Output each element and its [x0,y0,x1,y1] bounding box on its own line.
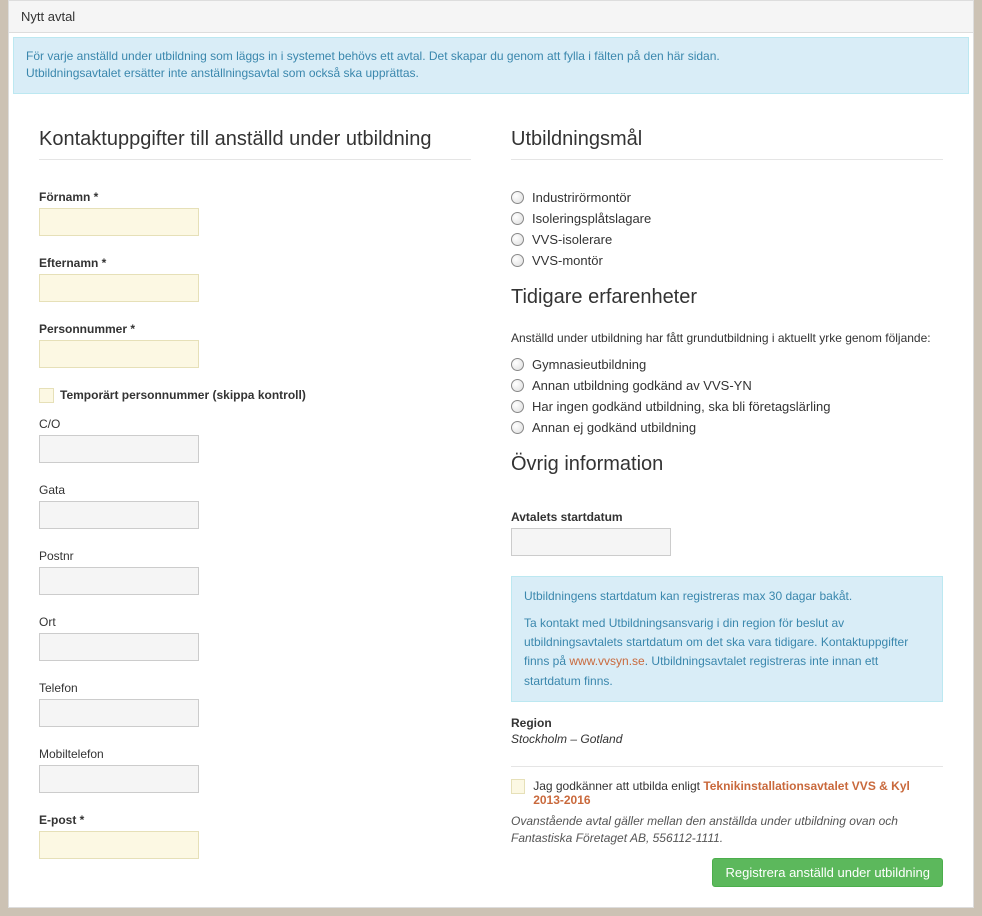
goal-label-1: Isoleringsplåtslagare [532,211,651,226]
telefon-input[interactable] [39,699,199,727]
exp-row-3[interactable]: Annan ej godkänd utbildning [511,420,943,435]
tidigare-title: Tidigare erfarenheter [511,286,943,315]
ovrig-title: Övrig information [511,453,943,482]
startdatum-label: Avtalets startdatum [511,510,943,524]
goal-row-0[interactable]: Industrirörmontör [511,190,943,205]
goal-label-3: VVS-montör [532,253,603,268]
goal-radio-0[interactable] [511,191,524,204]
fornamn-label: Förnamn * [39,190,471,204]
efternamn-label: Efternamn * [39,256,471,270]
goal-label-2: VVS-isolerare [532,232,612,247]
startdatum-input[interactable] [511,528,671,556]
info-line-2: Utbildningsavtalet ersätter inte anställ… [26,65,956,82]
agree-sub: Ovanstående avtal gäller mellan den anst… [511,813,943,848]
postnr-input[interactable] [39,567,199,595]
agree-checkbox[interactable] [511,779,525,794]
goal-radio-1[interactable] [511,212,524,225]
startdatum-info: Utbildningens startdatum kan registreras… [511,576,943,702]
exp-group: Gymnasieutbildning Annan utbildning godk… [511,357,943,435]
ort-input[interactable] [39,633,199,661]
temp-pnr-row[interactable]: Temporärt personnummer (skippa kontroll) [39,388,471,403]
personnummer-label: Personnummer * [39,322,471,336]
co-label: C/O [39,417,471,431]
personnummer-input[interactable] [39,340,199,368]
exp-row-1[interactable]: Annan utbildning godkänd av VVS-YN [511,378,943,393]
exp-radio-1[interactable] [511,379,524,392]
info-banner: För varje anställd under utbildning som … [13,37,969,94]
region-label: Region [511,716,943,730]
exp-radio-0[interactable] [511,358,524,371]
exp-label-2: Har ingen godkänd utbildning, ska bli fö… [532,399,830,414]
region-value: Stockholm – Gotland [511,732,943,746]
goal-radio-2[interactable] [511,233,524,246]
gata-input[interactable] [39,501,199,529]
left-column: Kontaktuppgifter till anställd under utb… [39,128,471,887]
temp-pnr-checkbox[interactable] [39,388,54,403]
mobil-label: Mobiltelefon [39,747,471,761]
submit-button[interactable]: Registrera anställd under utbildning [712,858,943,887]
right-column: Utbildningsmål Industrirörmontör Isoleri… [511,128,943,887]
exp-row-0[interactable]: Gymnasieutbildning [511,357,943,372]
efternamn-input[interactable] [39,274,199,302]
postnr-label: Postnr [39,549,471,563]
tidigare-hint: Anställd under utbildning har fått grund… [511,329,943,347]
goal-row-2[interactable]: VVS-isolerare [511,232,943,247]
exp-label-3: Annan ej godkänd utbildning [532,420,696,435]
exp-radio-2[interactable] [511,400,524,413]
goal-label-0: Industrirörmontör [532,190,631,205]
goal-radio-3[interactable] [511,254,524,267]
exp-label-0: Gymnasieutbildning [532,357,646,372]
agree-text: Jag godkänner att utbilda enligt Tekniki… [533,779,943,807]
info-line-1: För varje anställd under utbildning som … [26,48,956,65]
startdatum-info-line1: Utbildningens startdatum kan registreras… [524,587,930,606]
agree-row[interactable]: Jag godkänner att utbilda enligt Tekniki… [511,779,943,807]
exp-label-1: Annan utbildning godkänd av VVS-YN [532,378,752,393]
ort-label: Ort [39,615,471,629]
agree-prefix: Jag godkänner att utbilda enligt [533,779,703,793]
mobil-input[interactable] [39,765,199,793]
fornamn-input[interactable] [39,208,199,236]
telefon-label: Telefon [39,681,471,695]
temp-pnr-label: Temporärt personnummer (skippa kontroll) [60,388,306,402]
divider [511,766,943,767]
epost-label: E-post * [39,813,471,827]
exp-row-2[interactable]: Har ingen godkänd utbildning, ska bli fö… [511,399,943,414]
vvsyn-link[interactable]: www.vvsyn.se [569,654,644,668]
page-title: Nytt avtal [9,1,973,33]
co-input[interactable] [39,435,199,463]
contact-section-title: Kontaktuppgifter till anställd under utb… [39,128,471,160]
goal-row-3[interactable]: VVS-montör [511,253,943,268]
startdatum-info-line2: Ta kontakt med Utbildningsansvarig i din… [524,614,930,691]
utbildningsmal-title: Utbildningsmål [511,128,943,160]
goal-row-1[interactable]: Isoleringsplåtslagare [511,211,943,226]
goals-group: Industrirörmontör Isoleringsplåtslagare … [511,190,943,268]
gata-label: Gata [39,483,471,497]
exp-radio-3[interactable] [511,421,524,434]
